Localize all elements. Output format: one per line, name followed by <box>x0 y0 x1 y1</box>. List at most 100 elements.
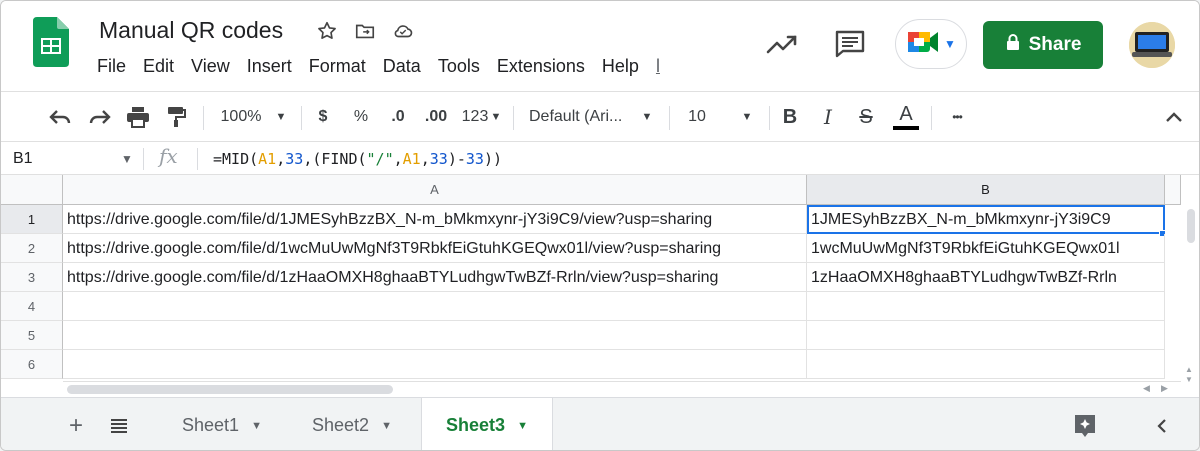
redo-icon[interactable] <box>85 92 115 142</box>
menu-help[interactable]: Help <box>602 56 648 77</box>
formula-token: ,(FIND( <box>303 150 367 168</box>
activity-trend-icon[interactable] <box>765 29 799 59</box>
sheet-tab-caret-icon: ▼ <box>381 419 392 432</box>
user-avatar[interactable] <box>1129 22 1175 68</box>
document-title[interactable]: Manual QR codes <box>99 17 283 44</box>
cell-b5[interactable] <box>807 321 1165 350</box>
row-header[interactable]: 1 <box>1 205 63 234</box>
column-header-a[interactable]: A <box>63 175 807 205</box>
zoom-caret-icon[interactable]: ▼ <box>273 92 289 142</box>
share-label: Share <box>1028 34 1082 55</box>
paint-format-icon[interactable] <box>161 92 191 142</box>
menu-format[interactable]: Format <box>309 56 375 77</box>
cell-b3[interactable]: 1zHaaOMXH8ghaaBTYLudhgwTwBZf-Rrln <box>807 263 1165 292</box>
cell-a2[interactable]: https://drive.google.com/file/d/1wcMuUwM… <box>63 234 807 263</box>
vertical-scrollbar[interactable]: ▲ ▼ <box>1181 205 1199 387</box>
text-color-label: A <box>899 102 913 125</box>
cell-a1[interactable]: https://drive.google.com/file/d/1JMESyhB… <box>63 205 807 234</box>
font-size-caret-icon[interactable]: ▼ <box>739 92 755 142</box>
formula-input[interactable]: =MID(A1,33,(FIND("/",A1,33)-33)) <box>213 142 502 176</box>
column-header-b[interactable]: B <box>807 175 1165 205</box>
font-size-select[interactable]: 10 <box>681 92 713 142</box>
spreadsheet-window: Manual QR codes File Edit View Insert Fo… <box>0 0 1200 451</box>
row-header[interactable]: 6 <box>1 350 63 379</box>
menu-view[interactable]: View <box>191 56 239 77</box>
horizontal-scrollbar[interactable]: ◀ ▶ <box>63 381 1181 397</box>
cell-b1[interactable]: 1JMESyhBzzBX_N-m_bMkmxynr-jY3i9C9 <box>807 205 1165 234</box>
row-header[interactable]: 2 <box>1 234 63 263</box>
select-all-corner[interactable] <box>1 175 63 205</box>
share-button[interactable]: Share <box>983 21 1103 69</box>
formula-token: A1 <box>258 150 277 168</box>
horizontal-scroll-thumb[interactable] <box>67 385 393 394</box>
scroll-right-icon[interactable]: ▶ <box>1161 383 1168 394</box>
collapse-toolbar-icon[interactable] <box>1161 92 1187 142</box>
name-box[interactable]: B1 <box>13 142 33 176</box>
column-header-empty[interactable] <box>1165 175 1181 205</box>
percent-format-button[interactable]: % <box>351 92 371 142</box>
scroll-down-icon[interactable]: ▼ <box>1185 375 1193 384</box>
add-sheet-icon[interactable]: + <box>61 398 91 450</box>
menu-extensions[interactable]: Extensions <box>497 56 594 77</box>
formula-token: "/" <box>366 150 394 168</box>
menu-file[interactable]: File <box>97 56 135 77</box>
scroll-up-icon[interactable]: ▲ <box>1185 365 1193 374</box>
move-folder-icon[interactable] <box>353 19 377 43</box>
text-color-button[interactable]: A <box>891 92 921 142</box>
zoom-select[interactable]: 100% <box>217 92 265 142</box>
sheet-tab-caret-icon: ▼ <box>517 419 528 432</box>
formula-token: , <box>393 150 403 168</box>
app-header: Manual QR codes File Edit View Insert Fo… <box>1 1 1199 89</box>
fx-icon: fx <box>159 144 178 168</box>
menu-edit[interactable]: Edit <box>143 56 183 77</box>
cell-b4[interactable] <box>807 292 1165 321</box>
collapse-side-panel-icon[interactable] <box>1147 398 1177 450</box>
sheet-tab-label: Sheet1 <box>182 415 240 435</box>
decrease-decimal-button[interactable]: .0 <box>385 92 411 142</box>
sheet-tab-sheet3[interactable]: Sheet3 ▼ <box>421 398 553 450</box>
cell-a5[interactable] <box>63 321 807 350</box>
comment-history-icon[interactable] <box>833 29 867 59</box>
cloud-saved-icon[interactable] <box>391 19 415 43</box>
row-header[interactable]: 4 <box>1 292 63 321</box>
cell-a3[interactable]: https://drive.google.com/file/d/1zHaaOMX… <box>63 263 807 292</box>
star-icon[interactable] <box>315 19 339 43</box>
cell-a4[interactable] <box>63 292 807 321</box>
italic-button[interactable]: I <box>817 92 839 142</box>
last-edit-link[interactable]: l <box>656 56 669 77</box>
text-color-swatch <box>893 125 919 130</box>
menu-insert[interactable]: Insert <box>247 56 301 77</box>
all-sheets-list-icon[interactable] <box>105 398 133 450</box>
sheet-tabs-bar: + Sheet1 ▼ Sheet2 ▼ Sheet3 ▼ <box>1 397 1199 450</box>
sheets-logo-icon[interactable] <box>33 17 69 67</box>
sheet-tab-sheet2[interactable]: Sheet2 ▼ <box>289 398 415 450</box>
sheet-tab-sheet1[interactable]: Sheet1 ▼ <box>159 398 285 450</box>
print-icon[interactable] <box>123 92 153 142</box>
undo-icon[interactable] <box>45 92 75 142</box>
row-header[interactable]: 3 <box>1 263 63 292</box>
menu-tools[interactable]: Tools <box>438 56 489 77</box>
increase-decimal-button[interactable]: .00 <box>421 92 451 142</box>
meet-button[interactable]: ▼ <box>895 19 967 69</box>
name-box-caret-icon[interactable]: ▼ <box>121 142 133 176</box>
cell-a6[interactable] <box>63 350 807 379</box>
explore-icon[interactable] <box>1065 398 1105 450</box>
scroll-left-icon[interactable]: ◀ <box>1143 383 1150 394</box>
more-tools-button[interactable]: ••• <box>943 92 971 142</box>
menu-data[interactable]: Data <box>383 56 430 77</box>
font-caret-icon[interactable]: ▼ <box>639 92 655 142</box>
vertical-scroll-thumb[interactable] <box>1187 209 1195 243</box>
row-header[interactable]: 5 <box>1 321 63 350</box>
cell-b6[interactable] <box>807 350 1165 379</box>
more-formats-caret-icon[interactable]: ▼ <box>489 92 503 142</box>
currency-format-button[interactable]: $ <box>313 92 333 142</box>
more-formats-button[interactable]: 123 <box>459 92 491 142</box>
sheet-tab-label: Sheet2 <box>312 415 370 435</box>
cell-b2[interactable]: 1wcMuUwMgNf3T9RbkfEiGtuhKGEQwx01l <box>807 234 1165 263</box>
formula-token: A1 <box>402 150 421 168</box>
strikethrough-button[interactable]: S <box>855 92 877 142</box>
font-family-select[interactable]: Default (Ari... <box>529 92 633 142</box>
bold-button[interactable]: B <box>779 92 801 142</box>
formula-token: 33 <box>285 150 304 168</box>
spreadsheet-grid: A B 1 https://drive.google.com/file/d/1J… <box>1 175 1199 397</box>
